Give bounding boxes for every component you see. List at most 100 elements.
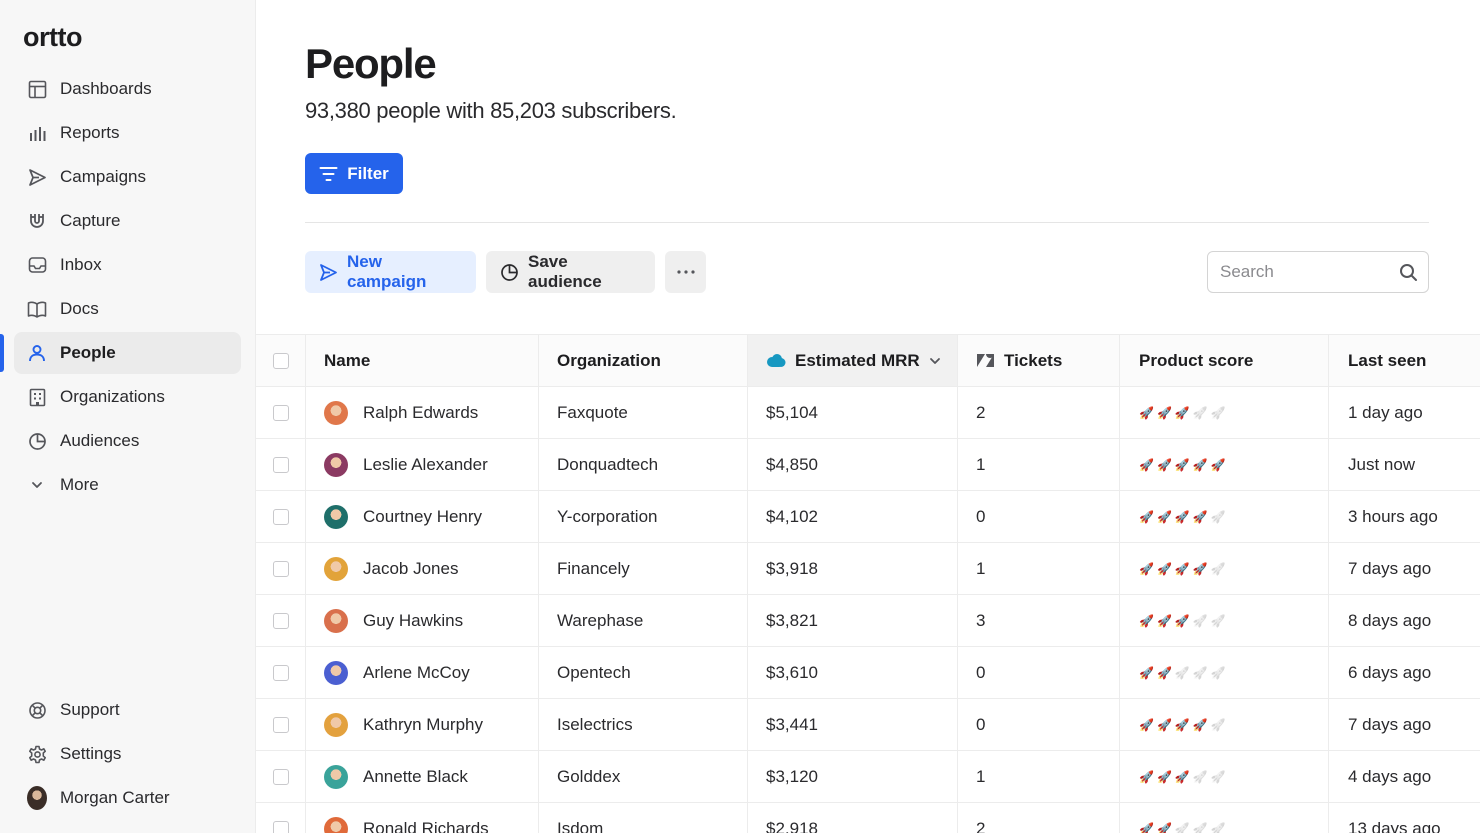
table-row[interactable]: Ronald Richards Isdom $2,918 2 🚀 🚀 🚀 🚀 🚀 13 …: [256, 803, 1480, 833]
sidebar-item-docs[interactable]: Docs: [14, 288, 241, 330]
select-all-checkbox[interactable]: [272, 352, 289, 369]
sidebar-item-campaigns[interactable]: Campaigns: [14, 156, 241, 198]
person-name-cell[interactable]: Arlene McCoy: [306, 647, 539, 698]
zendesk-icon: [976, 353, 995, 368]
sidebar-item-organizations[interactable]: Organizations: [14, 376, 241, 418]
rocket-icon: 🚀: [1210, 717, 1226, 732]
ortto-logo[interactable]: ortto: [23, 22, 82, 53]
save-audience-button[interactable]: Save audience: [486, 251, 655, 293]
row-checkbox[interactable]: [272, 664, 289, 681]
sidebar-item-audiences[interactable]: Audiences: [14, 420, 241, 462]
organization-cell[interactable]: Faxquote: [539, 387, 748, 438]
table-row[interactable]: Arlene McCoy Opentech $3,610 0 🚀 🚀 🚀 🚀 🚀 6 d…: [256, 647, 1480, 699]
mrr-cell: $2,918: [748, 803, 958, 833]
person-name-cell[interactable]: Jacob Jones: [306, 543, 539, 594]
sidebar-item-capture[interactable]: Capture: [14, 200, 241, 242]
search-icon[interactable]: [1399, 263, 1418, 287]
person-name-cell[interactable]: Guy Hawkins: [306, 595, 539, 646]
sidebar-item-label: Morgan Carter: [60, 788, 170, 807]
new-campaign-button[interactable]: New campaign: [305, 251, 476, 293]
rocket-icon: 🚀: [1210, 613, 1226, 628]
mrr-value: $3,441: [766, 714, 818, 734]
organization-cell[interactable]: Golddex: [539, 751, 748, 802]
sidebar-item-inbox[interactable]: Inbox: [14, 244, 241, 286]
person-name-cell[interactable]: Annette Black: [306, 751, 539, 802]
last-seen-cell: 7 days ago: [1329, 543, 1480, 594]
person-name: Courtney Henry: [363, 506, 483, 526]
rocket-icon: 🚀: [1174, 561, 1190, 576]
organization-cell[interactable]: Y-corporation: [539, 491, 748, 542]
rocket-icon: 🚀: [1192, 457, 1208, 472]
organization-cell[interactable]: Donquadtech: [539, 439, 748, 490]
column-header-name[interactable]: Name: [306, 335, 539, 386]
person-name-cell[interactable]: Kathryn Murphy: [306, 699, 539, 750]
sidebar-item-support[interactable]: Support: [14, 689, 241, 731]
dashboard-icon: [27, 79, 47, 99]
organization-cell[interactable]: Iselectrics: [539, 699, 748, 750]
table-row[interactable]: Courtney Henry Y-corporation $4,102 0 🚀 🚀…: [256, 491, 1480, 543]
row-checkbox[interactable]: [272, 404, 289, 421]
column-header-product-score[interactable]: Product score: [1120, 335, 1329, 386]
table-row[interactable]: Ralph Edwards Faxquote $5,104 2 🚀 🚀 🚀 🚀 🚀 1 …: [256, 387, 1480, 439]
person-name: Arlene McCoy: [363, 662, 470, 682]
table-row[interactable]: Kathryn Murphy Iselectrics $3,441 0 🚀 🚀 🚀 🚀…: [256, 699, 1480, 751]
column-header-tickets[interactable]: Tickets: [958, 335, 1120, 386]
row-checkbox-cell: [256, 751, 306, 802]
rocket-icon: 🚀: [1156, 613, 1172, 628]
filter-button[interactable]: Filter: [305, 153, 403, 194]
column-header-last-seen[interactable]: Last seen: [1329, 335, 1480, 386]
row-checkbox[interactable]: [272, 820, 289, 833]
person-name-cell[interactable]: Ralph Edwards: [306, 387, 539, 438]
column-header-organization[interactable]: Organization: [539, 335, 748, 386]
chevron-down-icon: [27, 475, 47, 495]
mrr-value: $4,102: [766, 506, 818, 526]
column-header-mrr[interactable]: Estimated MRR: [748, 335, 958, 386]
pie-chart-icon: [27, 431, 47, 451]
row-checkbox[interactable]: [272, 508, 289, 525]
people-table: Name Organization Estimated MRR Tickets …: [256, 334, 1480, 833]
person-avatar: [324, 816, 348, 833]
sidebar-item-people[interactable]: People: [0, 332, 241, 374]
sidebar-item-more[interactable]: More: [14, 464, 241, 506]
row-checkbox[interactable]: [272, 612, 289, 629]
tickets-value: 1: [976, 454, 986, 474]
tickets-cell: 2: [958, 387, 1120, 438]
rocket-icon: 🚀: [1192, 561, 1208, 576]
sidebar-item-reports[interactable]: Reports: [14, 112, 241, 154]
organization-name: Faxquote: [557, 402, 628, 422]
last-seen-cell: 8 days ago: [1329, 595, 1480, 646]
rocket-icon: 🚀: [1192, 665, 1208, 680]
table-row[interactable]: Jacob Jones Financely $3,918 1 🚀 🚀 🚀 🚀 🚀 7 d…: [256, 543, 1480, 595]
sidebar-item-dashboards[interactable]: Dashboards: [14, 68, 241, 110]
person-name-cell[interactable]: Ronald Richards: [306, 803, 539, 833]
organization-cell[interactable]: Isdom: [539, 803, 748, 833]
table-row[interactable]: Annette Black Golddex $3,120 1 🚀 🚀 🚀 🚀 🚀 4 d…: [256, 751, 1480, 803]
person-name-cell[interactable]: Courtney Henry: [306, 491, 539, 542]
sidebar-nav: Dashboards Reports Campaigns Capture Inb…: [0, 68, 241, 508]
person-avatar: [324, 764, 348, 789]
row-checkbox[interactable]: [272, 560, 289, 577]
row-checkbox[interactable]: [272, 456, 289, 473]
sidebar-item-account[interactable]: Morgan Carter: [14, 777, 241, 819]
organization-cell[interactable]: Opentech: [539, 647, 748, 698]
row-checkbox[interactable]: [272, 716, 289, 733]
rocket-icon: 🚀: [1156, 457, 1172, 472]
person-name-cell[interactable]: Leslie Alexander: [306, 439, 539, 490]
row-checkbox-cell: [256, 491, 306, 542]
row-checkbox[interactable]: [272, 768, 289, 785]
organization-name: Donquadtech: [557, 454, 659, 474]
more-options-button[interactable]: [665, 251, 706, 293]
organization-cell[interactable]: Warephase: [539, 595, 748, 646]
last-seen-value: 7 days ago: [1348, 558, 1432, 578]
person-icon: [27, 343, 47, 363]
row-checkbox-cell: [256, 803, 306, 833]
search-input[interactable]: [1220, 262, 1380, 282]
mrr-cell: $4,850: [748, 439, 958, 490]
sidebar-item-label: Support: [60, 700, 120, 719]
tickets-value: 1: [976, 558, 986, 578]
sidebar-item-settings[interactable]: Settings: [14, 733, 241, 775]
table-row[interactable]: Leslie Alexander Donquadtech $4,850 1 🚀 🚀…: [256, 439, 1480, 491]
organization-cell[interactable]: Financely: [539, 543, 748, 594]
table-row[interactable]: Guy Hawkins Warephase $3,821 3 🚀 🚀 🚀 🚀 🚀 8 d…: [256, 595, 1480, 647]
sidebar-item-label: Campaigns: [60, 167, 146, 186]
